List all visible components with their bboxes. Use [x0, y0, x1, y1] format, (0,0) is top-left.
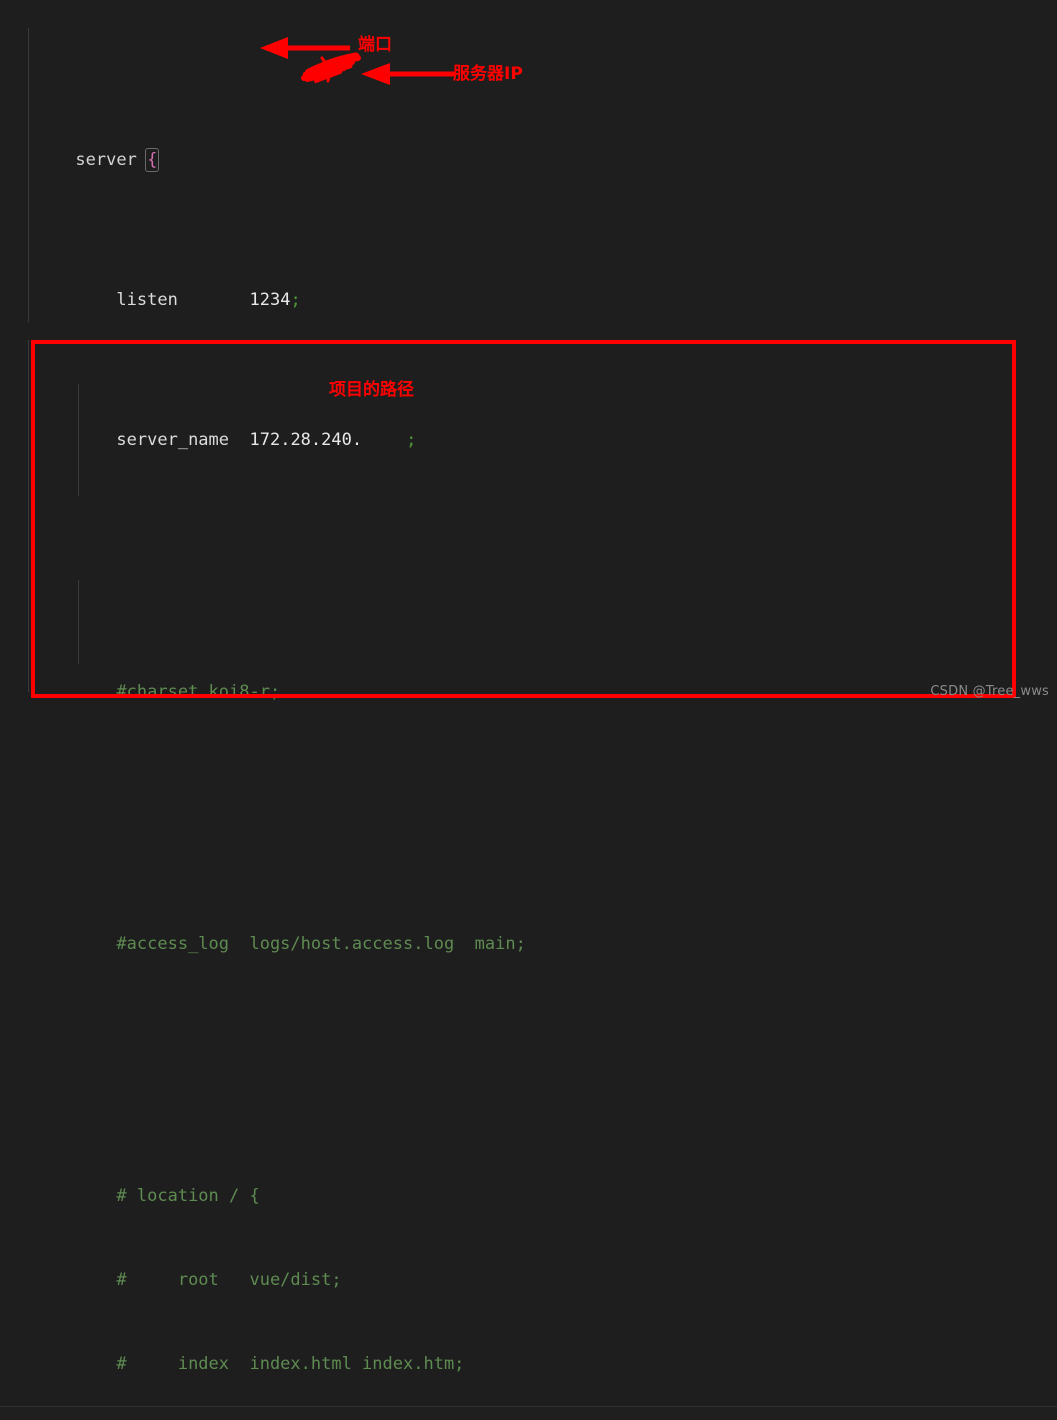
- code-line[interactable]: server {: [0, 118, 1057, 172]
- watermark: CSDN @Tree_wws: [930, 684, 1049, 699]
- code-content[interactable]: server { listen 1234; server_name 172.28…: [0, 6, 1057, 1420]
- code-line-blank[interactable]: [0, 1014, 1057, 1042]
- token-semicolon: ;: [290, 290, 301, 310]
- ip-redaction-scribble: [301, 52, 361, 83]
- token-listen-value: 1234: [249, 290, 291, 310]
- code-line[interactable]: # index index.html index.htm;: [0, 1322, 1057, 1374]
- code-line-blank[interactable]: [0, 762, 1057, 790]
- code-line[interactable]: listen 1234;: [0, 258, 1057, 310]
- project-path-annotation-label: 项目的路径: [329, 380, 414, 400]
- code-editor[interactable]: server { listen 1234; server_name 172.28…: [0, 0, 1057, 1420]
- token-comment-index: # index index.html index.htm;: [116, 1354, 465, 1374]
- code-line-current[interactable]: # }: [0, 1406, 1057, 1420]
- token-server: server: [75, 150, 137, 170]
- token-comment-access-log: #access_log logs/host.access.log main;: [116, 934, 526, 954]
- code-line[interactable]: #access_log logs/host.access.log main;: [0, 902, 1057, 954]
- token-listen-directive: listen: [116, 290, 178, 310]
- token-brace-open: {: [145, 148, 160, 172]
- token-comment-root: # root vue/dist;: [116, 1270, 342, 1290]
- code-line[interactable]: # location / {: [0, 1154, 1057, 1206]
- token-comment-location-open: # location / {: [116, 1186, 260, 1206]
- annotation-highlight-box: [31, 340, 1016, 698]
- code-line[interactable]: # root vue/dist;: [0, 1238, 1057, 1290]
- server-ip-annotation-label: 服务器IP: [453, 64, 523, 84]
